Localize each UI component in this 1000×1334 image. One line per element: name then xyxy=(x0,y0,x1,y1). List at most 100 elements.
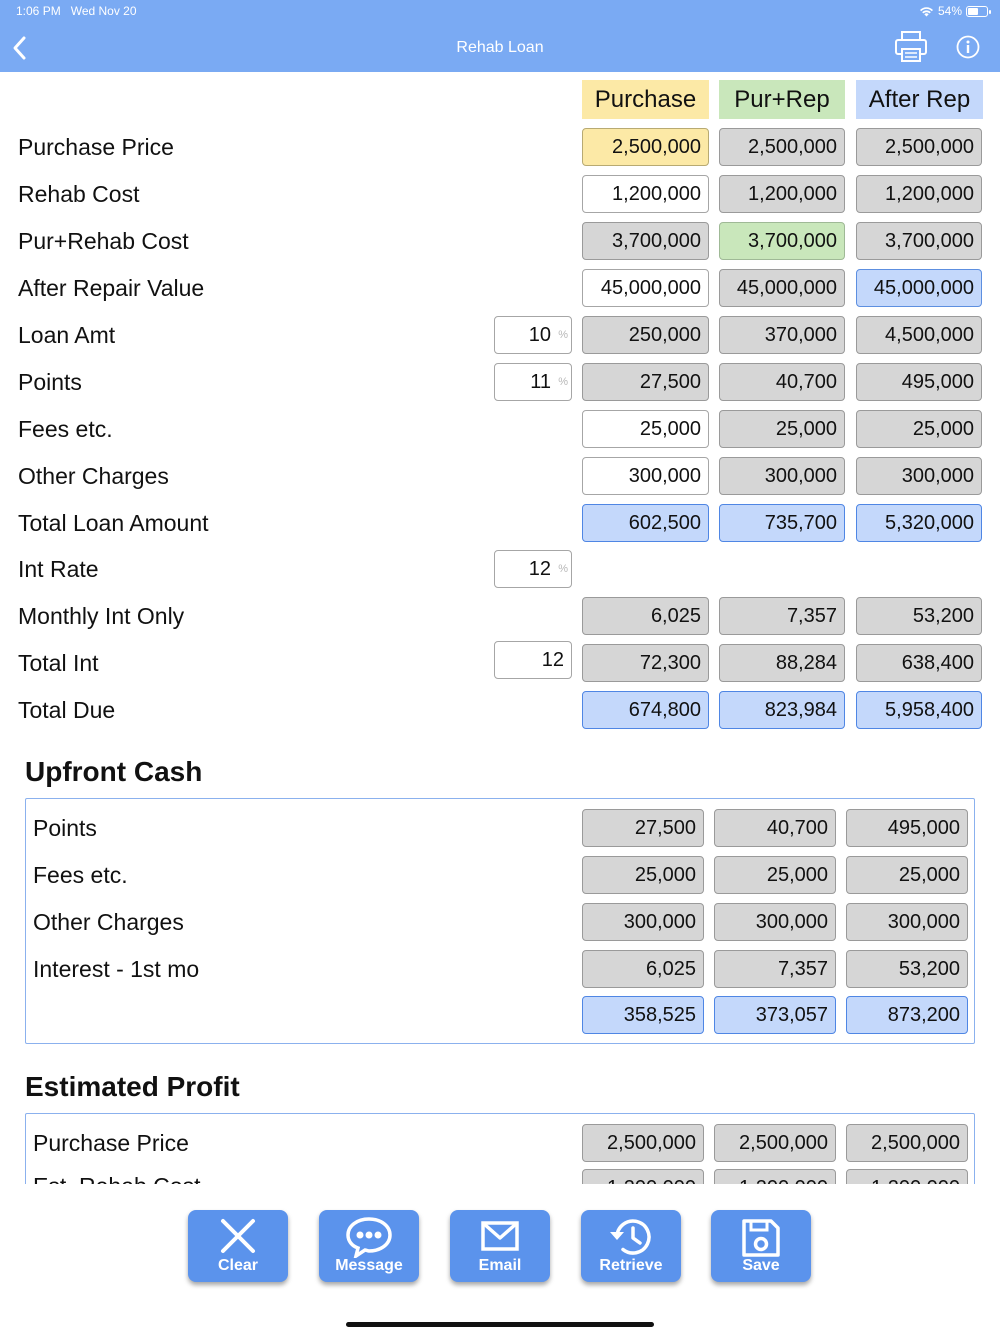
row-label-loan-amt: Loan Amt xyxy=(18,322,116,348)
points-percent-value: 11 xyxy=(530,371,551,393)
profit-label-rehab-cost: Est. Rehab Cost xyxy=(33,1167,200,1184)
status-date: Wed Nov 20 xyxy=(70,4,137,18)
total-loan-amount-after-rep: 5,320,000 xyxy=(856,504,982,542)
upfront-total-pur-rep: 373,057 xyxy=(714,996,836,1034)
clear-label: Clear xyxy=(217,1257,259,1274)
fees-pur-rep: 25,000 xyxy=(719,410,845,448)
status-time: 1:06 PM Wed Nov 20 xyxy=(16,4,137,18)
profit-rehab-cost-after-rep: 1,200,000 xyxy=(846,1169,968,1184)
column-header-pur-rep: Pur+Rep xyxy=(719,80,845,119)
profit-rehab-cost-purchase: 1,200,000 xyxy=(582,1169,704,1184)
printer-icon xyxy=(895,31,927,62)
row-label-other-charges: Other Charges xyxy=(18,463,169,489)
email-icon xyxy=(481,1221,519,1251)
monthly-int-purchase: 6,025 xyxy=(582,597,709,635)
print-button[interactable] xyxy=(893,30,929,64)
email-button[interactable]: Email xyxy=(450,1210,550,1282)
total-int-months-input[interactable]: 12 xyxy=(494,641,572,679)
percent-unit: % xyxy=(558,376,568,388)
purchase-price-after-rep: 2,500,000 xyxy=(856,128,982,166)
total-due-purchase: 674,800 xyxy=(582,691,709,729)
total-loan-amount-purchase: 602,500 xyxy=(582,504,709,542)
row-label-total-loan-amount: Total Loan Amount xyxy=(18,510,209,536)
message-button[interactable]: Message xyxy=(319,1210,419,1282)
points-pur-rep: 40,700 xyxy=(719,363,845,401)
profit-purchase-price-pur-rep: 2,500,000 xyxy=(714,1124,836,1162)
pur-rehab-cost-pur-rep: 3,700,000 xyxy=(719,222,845,260)
monthly-int-pur-rep: 7,357 xyxy=(719,597,845,635)
upfront-other-purchase: 300,000 xyxy=(582,903,704,941)
estimated-profit-title: Estimated Profit xyxy=(25,1071,240,1102)
row-label-after-repair-value: After Repair Value xyxy=(18,275,205,301)
floppy-icon xyxy=(742,1219,780,1257)
history-icon xyxy=(610,1219,651,1255)
purchase-price-pur-rep: 2,500,000 xyxy=(719,128,845,166)
points-after-rep: 495,000 xyxy=(856,363,982,401)
pur-rehab-cost-after-rep: 3,700,000 xyxy=(856,222,982,260)
rehab-cost-pur-rep: 1,200,000 xyxy=(719,175,845,213)
fees-input[interactable]: 25,000 xyxy=(582,410,709,448)
wifi-icon xyxy=(919,6,933,16)
clear-button[interactable]: Clear xyxy=(188,1210,288,1282)
int-rate-input[interactable]: 12 % xyxy=(494,550,572,588)
percent-unit: % xyxy=(558,563,568,575)
column-header-after-rep: After Rep xyxy=(856,80,983,119)
row-label-monthly-int-only: Monthly Int Only xyxy=(18,603,185,629)
total-int-months-value: 12 xyxy=(541,649,564,671)
other-charges-pur-rep: 300,000 xyxy=(719,457,845,495)
upfront-label-points: Points xyxy=(33,815,97,841)
points-percent-input[interactable]: 11 % xyxy=(494,363,572,401)
monthly-int-after-rep: 53,200 xyxy=(856,597,982,635)
row-label-pur-rehab-cost: Pur+Rehab Cost xyxy=(18,228,189,254)
loan-amt-after-rep: 4,500,000 xyxy=(856,316,982,354)
info-button[interactable] xyxy=(956,35,980,59)
other-charges-input[interactable]: 300,000 xyxy=(582,457,709,495)
retrieve-button[interactable]: Retrieve xyxy=(581,1210,681,1282)
upfront-total-purchase: 358,525 xyxy=(582,996,704,1034)
save-label: Save xyxy=(742,1257,780,1274)
battery-fill xyxy=(968,7,978,15)
loan-amt-percent-input[interactable]: 10 % xyxy=(494,316,572,354)
upfront-points-purchase: 27,500 xyxy=(582,809,704,847)
total-int-after-rep: 638,400 xyxy=(856,644,982,682)
percent-unit: % xyxy=(558,329,568,341)
rehab-cost-input[interactable]: 1,200,000 xyxy=(582,175,709,213)
row-label-total-int: Total Int xyxy=(18,650,99,676)
upfront-fees-pur-rep: 25,000 xyxy=(714,856,836,894)
home-indicator[interactable] xyxy=(346,1322,654,1327)
points-purchase: 27,500 xyxy=(582,363,709,401)
message-icon xyxy=(346,1217,392,1258)
row-label-points: Points xyxy=(18,369,82,395)
page-title: Rehab Loan xyxy=(456,39,544,56)
loan-amt-pur-rep: 370,000 xyxy=(719,316,845,354)
upfront-label-fees: Fees etc. xyxy=(33,862,128,888)
rehab-cost-after-rep: 1,200,000 xyxy=(856,175,982,213)
upfront-fees-purchase: 25,000 xyxy=(582,856,704,894)
row-label-int-rate: Int Rate xyxy=(18,556,99,582)
row-label-purchase-price: Purchase Price xyxy=(18,134,174,160)
upfront-label-interest: Interest - 1st mo xyxy=(33,956,200,982)
purchase-price-purchase-input[interactable]: 2,500,000 xyxy=(582,128,709,166)
int-rate-value: 12 xyxy=(528,558,551,580)
upfront-points-pur-rep: 40,700 xyxy=(714,809,836,847)
other-charges-after-rep: 300,000 xyxy=(856,457,982,495)
upfront-other-pur-rep: 300,000 xyxy=(714,903,836,941)
total-due-after-rep: 5,958,400 xyxy=(856,691,982,729)
profit-purchase-price-after-rep: 2,500,000 xyxy=(846,1124,968,1162)
row-label-rehab-cost: Rehab Cost xyxy=(18,181,140,207)
pur-rehab-cost-purchase: 3,700,000 xyxy=(582,222,709,260)
scroll-viewport[interactable]: Purchase Price 2,500,000 2,500,000 2,500… xyxy=(0,1110,1000,1184)
battery-icon xyxy=(966,5,991,17)
email-label: Email xyxy=(478,1257,522,1274)
total-loan-amount-pur-rep: 735,700 xyxy=(719,504,845,542)
status-indicators: 54% xyxy=(919,4,991,18)
upfront-other-after-rep: 300,000 xyxy=(846,903,968,941)
total-int-purchase: 72,300 xyxy=(582,644,709,682)
upfront-label-other-charges: Other Charges xyxy=(33,909,184,935)
close-icon xyxy=(221,1219,255,1253)
message-label: Message xyxy=(335,1257,403,1274)
fees-after-rep: 25,000 xyxy=(856,410,982,448)
save-button[interactable]: Save xyxy=(711,1210,811,1282)
upfront-points-after-rep: 495,000 xyxy=(846,809,968,847)
after-repair-value-input[interactable]: 45,000,000 xyxy=(582,269,709,307)
